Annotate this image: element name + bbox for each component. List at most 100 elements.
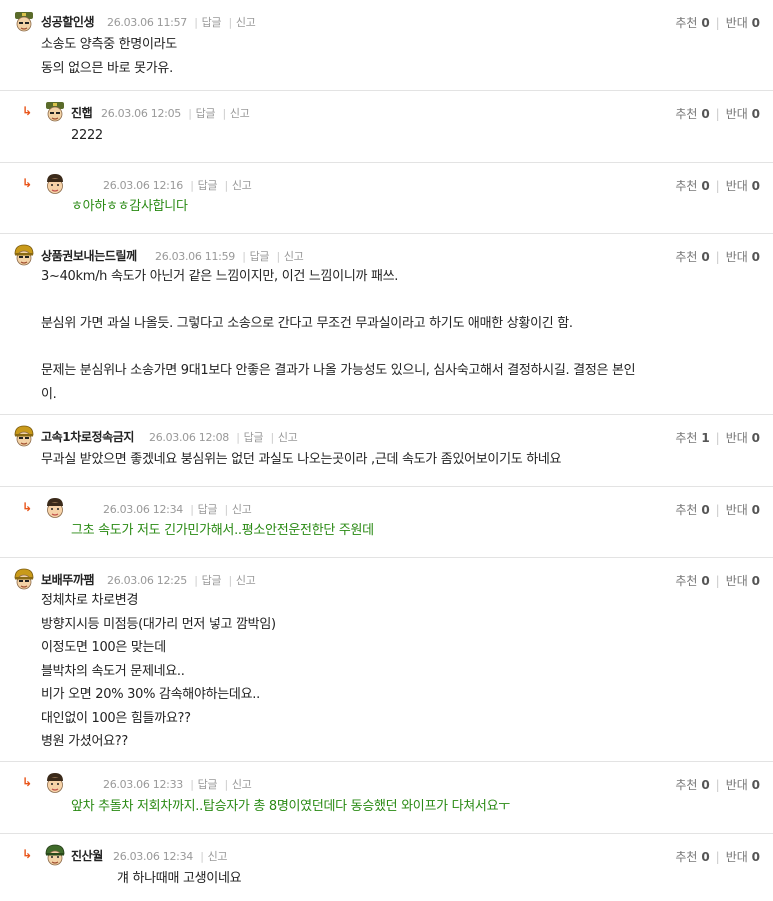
report-link[interactable]: 신고 — [236, 574, 256, 587]
downvote-button[interactable]: 반대 0 — [726, 503, 760, 517]
downvote-button[interactable]: 반대 0 — [726, 250, 760, 264]
upvote-button[interactable]: 추천 0 — [675, 16, 709, 30]
comment-meta: 26.03.06 12:08 | 답글 | 신고 — [149, 431, 298, 444]
avatar[interactable] — [13, 11, 35, 33]
reply-arrow-icon: ↳ — [22, 500, 33, 514]
comment-time: 26.03.06 11:59 — [155, 250, 235, 263]
downvote-button[interactable]: 반대 0 — [726, 778, 760, 792]
comment-time: 26.03.06 12:25 — [107, 574, 187, 587]
vote-box: 추천 0 | 반대 0 — [675, 16, 760, 30]
comment-author[interactable]: 진산월 — [71, 847, 103, 864]
comment-text: 걔 하나때매 고생이네요 — [117, 871, 242, 886]
upvote-button[interactable]: 추천 0 — [675, 778, 709, 792]
avatar[interactable] — [13, 425, 35, 447]
comment-item: 성공할인생 26.03.06 11:57 | 답글 | 신고 추천 0 | 반대 0 소… — [0, 0, 773, 90]
comment-item: 보배뚜까팸 26.03.06 12:25 | 답글 | 신고 추천 0 | 반대 0 정… — [0, 557, 773, 761]
downvote-button[interactable]: 반대 0 — [726, 16, 760, 30]
reply-link[interactable]: 답글 — [198, 179, 218, 192]
comment-text: 정체차로 차로변경 방향지시등 미점등(대가리 먼저 넣고 깜박임) 이정도면 … — [41, 593, 276, 749]
comment-author[interactable]: 상품권보내는드릴께 — [41, 247, 137, 264]
downvote-count: 0 — [751, 850, 760, 864]
reply-link[interactable]: 답글 — [198, 503, 218, 516]
reply-item: ↳ 26.03.06 12:34 | 답글 | 신고 추천 0 | 반대 0 그초 속도… — [0, 486, 773, 557]
upvote-button[interactable]: 추천 0 — [675, 503, 709, 517]
upvote-button[interactable]: 추천 0 — [675, 179, 709, 193]
comment-meta: 26.03.06 12:05 | 답글 | 신고 — [101, 107, 250, 120]
report-link[interactable]: 신고 — [232, 503, 252, 516]
comment-meta: 26.03.06 11:59 | 답글 | 신고 — [155, 250, 304, 263]
avatar[interactable] — [13, 244, 35, 266]
comment-time: 26.03.06 12:34 — [103, 503, 183, 516]
vote-box: 추천 0 | 반대 0 — [675, 250, 760, 264]
report-link[interactable]: 신고 — [232, 778, 252, 791]
reply-link[interactable]: 답글 — [244, 431, 264, 444]
reply-arrow-icon: ↳ — [22, 176, 33, 190]
avatar[interactable] — [44, 844, 66, 866]
report-link[interactable]: 신고 — [236, 16, 256, 29]
upvote-count: 0 — [701, 850, 710, 864]
reply-arrow-icon: ↳ — [22, 775, 33, 789]
upvote-button[interactable]: 추천 0 — [675, 107, 709, 121]
comment-text: 그초 속도가 저도 긴가민가해서..평소안전운전한단 주원데 — [71, 523, 374, 538]
avatar[interactable] — [44, 173, 66, 195]
reply-link[interactable]: 답글 — [198, 778, 218, 791]
reply-link[interactable]: 답글 — [250, 250, 270, 263]
reply-link[interactable]: 답글 — [202, 574, 222, 587]
reply-arrow-icon: ↳ — [22, 104, 33, 118]
comment-time: 26.03.06 12:34 — [113, 850, 193, 863]
avatar[interactable] — [44, 772, 66, 794]
upvote-count: 0 — [701, 16, 710, 30]
vote-box: 추천 1 | 반대 0 — [675, 431, 760, 445]
report-link[interactable]: 신고 — [230, 107, 250, 120]
comment-time: 26.03.06 12:05 — [101, 107, 181, 120]
report-link[interactable]: 신고 — [284, 250, 304, 263]
comment-time: 26.03.06 12:08 — [149, 431, 229, 444]
upvote-count: 0 — [701, 250, 710, 264]
reply-item: ↳ 진햅 26.03.06 12:05 | 답글 | 신고 추천 0 | 반대 0 22… — [0, 90, 773, 162]
downvote-count: 0 — [751, 431, 760, 445]
comment-author[interactable]: 보배뚜까팸 — [41, 571, 95, 588]
upvote-button[interactable]: 추천 1 — [675, 431, 709, 445]
comment-author[interactable]: 고속1차로정속금지 — [41, 428, 134, 445]
downvote-count: 0 — [751, 179, 760, 193]
comment-item: 고속1차로정속금지 26.03.06 12:08 | 답글 | 신고 추천 1 | 반대… — [0, 414, 773, 486]
avatar[interactable] — [44, 101, 66, 123]
upvote-button[interactable]: 추천 0 — [675, 850, 709, 864]
reply-link[interactable]: 답글 — [202, 16, 222, 29]
downvote-button[interactable]: 반대 0 — [726, 179, 760, 193]
downvote-count: 0 — [751, 16, 760, 30]
report-link[interactable]: 신고 — [278, 431, 298, 444]
comment-meta: 26.03.06 12:34 | 신고 — [113, 850, 228, 863]
reply-arrow-icon: ↳ — [22, 847, 33, 861]
comment-text: 무과실 받았으면 좋겠네요 붕심위는 없던 과실도 나오는곳이라 ,근데 속도가… — [41, 452, 562, 467]
upvote-count: 1 — [701, 431, 710, 445]
downvote-button[interactable]: 반대 0 — [726, 574, 760, 588]
upvote-count: 0 — [701, 107, 710, 121]
comment-meta: 26.03.06 11:57 | 답글 | 신고 — [107, 16, 256, 29]
comment-meta: 26.03.06 12:16 | 답글 | 신고 — [103, 179, 252, 192]
downvote-count: 0 — [751, 778, 760, 792]
downvote-button[interactable]: 반대 0 — [726, 850, 760, 864]
downvote-count: 0 — [751, 574, 760, 588]
report-link[interactable]: 신고 — [232, 179, 252, 192]
avatar[interactable] — [13, 568, 35, 590]
vote-box: 추천 0 | 반대 0 — [675, 574, 760, 588]
upvote-button[interactable]: 추천 0 — [675, 250, 709, 264]
comment-author[interactable]: 진햅 — [71, 104, 93, 121]
report-link[interactable]: 신고 — [208, 850, 228, 863]
comment-time: 26.03.06 11:57 — [107, 16, 187, 29]
comment-item: 상품권보내는드릴께 26.03.06 11:59 | 답글 | 신고 추천 0 | 반대… — [0, 233, 773, 414]
downvote-count: 0 — [751, 503, 760, 517]
upvote-button[interactable]: 추천 0 — [675, 574, 709, 588]
comment-meta: 26.03.06 12:33 | 답글 | 신고 — [103, 778, 252, 791]
vote-box: 추천 0 | 반대 0 — [675, 503, 760, 517]
downvote-count: 0 — [751, 107, 760, 121]
downvote-button[interactable]: 반대 0 — [726, 107, 760, 121]
upvote-count: 0 — [701, 778, 710, 792]
vote-box: 추천 0 | 반대 0 — [675, 179, 760, 193]
vote-box: 추천 0 | 반대 0 — [675, 850, 760, 864]
avatar[interactable] — [44, 497, 66, 519]
reply-link[interactable]: 답글 — [196, 107, 216, 120]
comment-author[interactable]: 성공할인생 — [41, 13, 95, 30]
downvote-button[interactable]: 반대 0 — [726, 431, 760, 445]
